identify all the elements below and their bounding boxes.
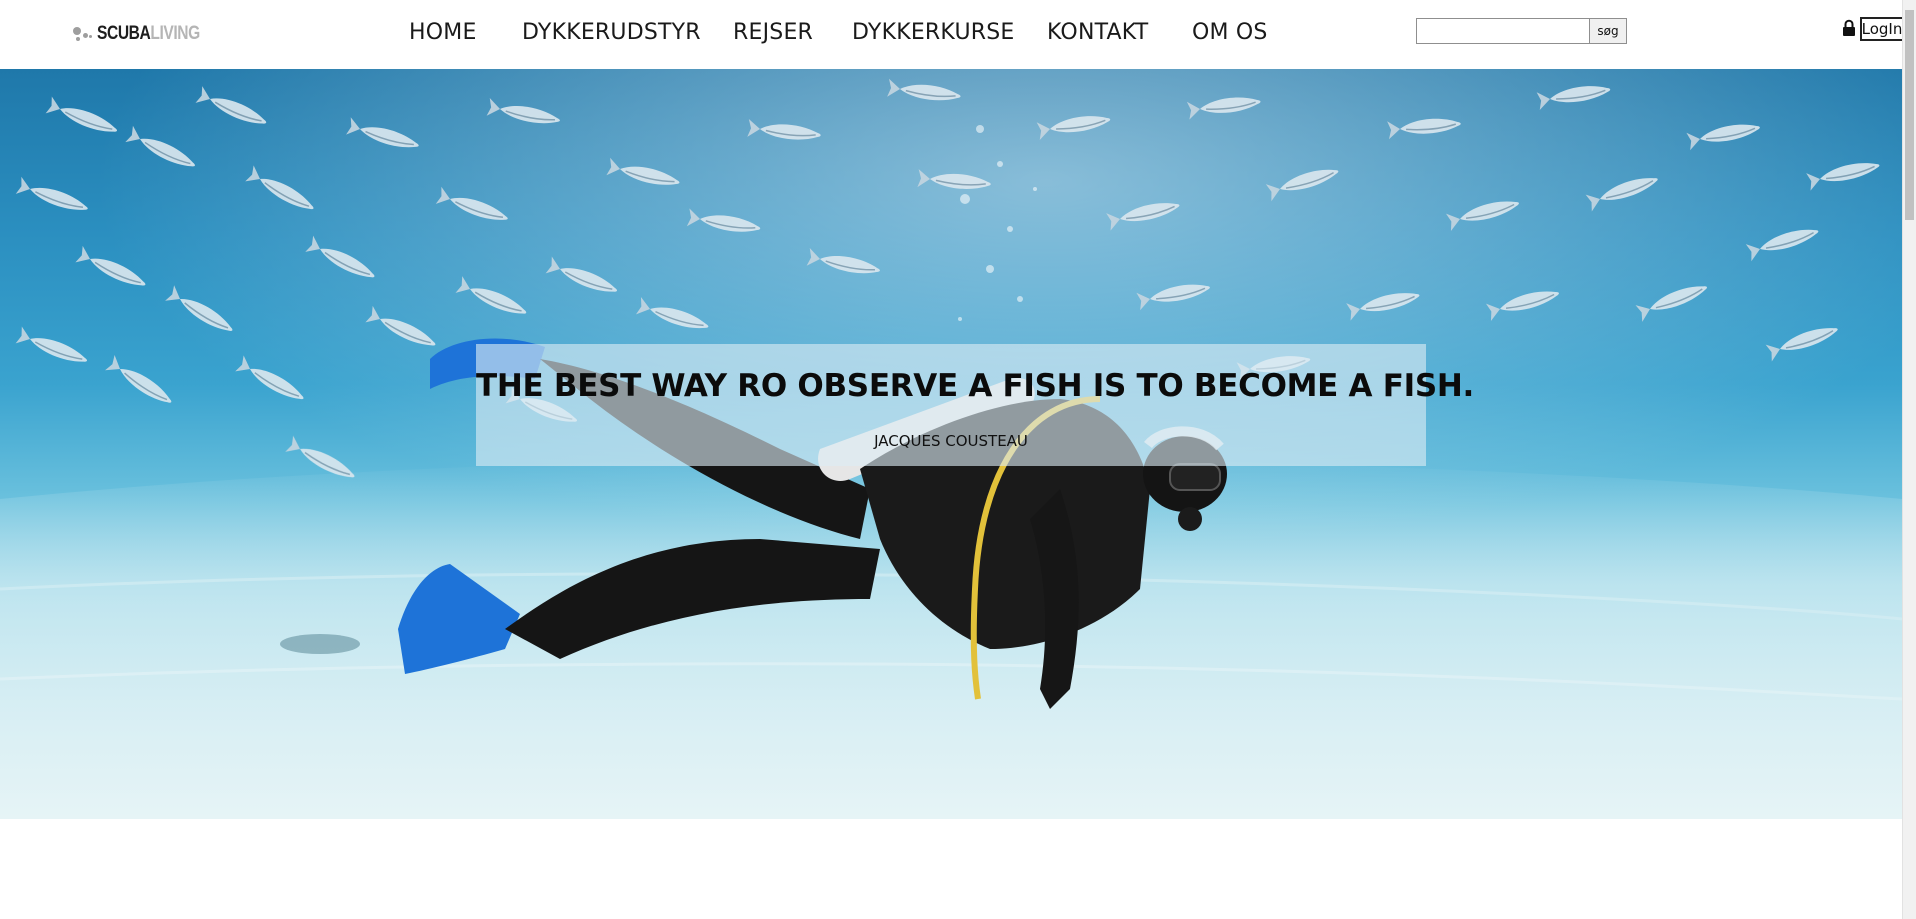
nav-item-dykkerkurse[interactable]: DYKKERKURSE xyxy=(852,20,1015,45)
page-scrollbar[interactable] xyxy=(1902,0,1916,919)
search-input[interactable] xyxy=(1416,18,1590,44)
site-header: SCUBALIVING HOME DYKKERUDSTYR REJSER DYK… xyxy=(0,0,1904,69)
nav-item-home[interactable]: HOME xyxy=(409,20,477,45)
search-button[interactable]: søg xyxy=(1589,18,1627,44)
hero-banner: THE BEST WAY RO OBSERVE A FISH IS TO BEC… xyxy=(0,69,1902,819)
logo-wordmark: SCUBALIVING xyxy=(97,23,200,44)
scrollbar-thumb[interactable] xyxy=(1905,10,1914,220)
nav-item-rejser[interactable]: REJSER xyxy=(733,20,813,45)
lock-icon xyxy=(1843,19,1855,36)
nav-item-om-os[interactable]: OM OS xyxy=(1192,20,1268,45)
bubbles-icon xyxy=(72,23,94,45)
hero-quote: THE BEST WAY RO OBSERVE A FISH IS TO BEC… xyxy=(476,368,1474,404)
login-button[interactable]: LogIn xyxy=(1860,17,1904,41)
nav-item-dykkerudstyr[interactable]: DYKKERUDSTYR xyxy=(522,20,701,45)
quote-box: THE BEST WAY RO OBSERVE A FISH IS TO BEC… xyxy=(476,344,1474,466)
site-logo[interactable]: SCUBALIVING xyxy=(72,22,222,46)
hero-quote-author: JACQUES COUSTEAU xyxy=(874,432,1028,450)
nav-item-kontakt[interactable]: KONTAKT xyxy=(1047,20,1148,45)
